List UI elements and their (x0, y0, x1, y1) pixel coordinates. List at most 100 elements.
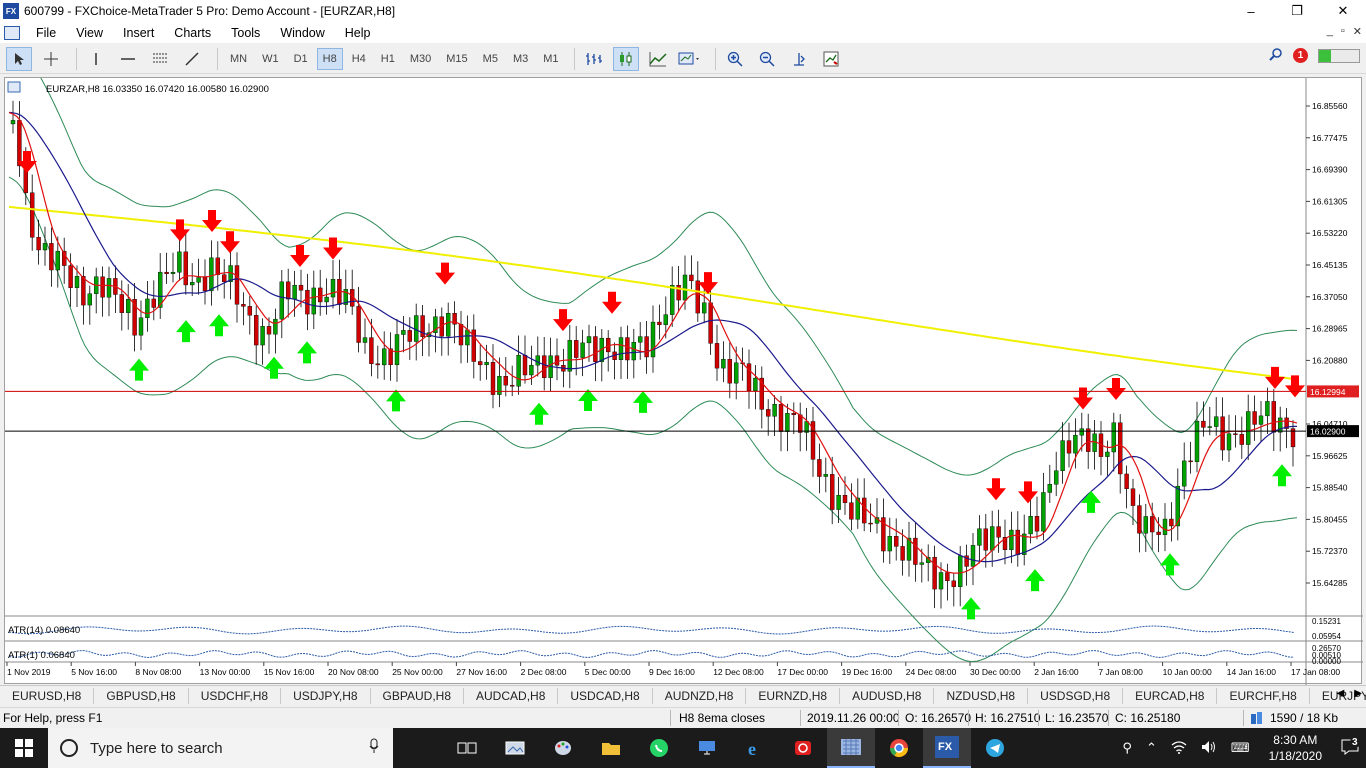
menu-tools[interactable]: Tools (221, 26, 270, 40)
tab-scroll-left-icon[interactable]: ◀ (1337, 688, 1345, 699)
fibonacci-tool-icon[interactable] (147, 47, 173, 71)
status-close: C: 16.25180 (1115, 711, 1181, 725)
people-icon[interactable]: ⚲ (1122, 740, 1132, 756)
file-explorer-icon[interactable] (587, 728, 635, 768)
alert-count-badge[interactable]: 1 (1293, 48, 1308, 63)
candle-body (1009, 529, 1014, 550)
tab-gbpusd[interactable]: GBPUSD,H8 (94, 687, 189, 704)
time-label: 13 Nov 00:00 (200, 667, 251, 677)
menu-window[interactable]: Window (270, 26, 334, 40)
whatsapp-icon[interactable] (635, 728, 683, 768)
taskbar-search-box[interactable]: Type here to search (48, 728, 393, 768)
candle-body (567, 340, 572, 372)
timeframe-mn[interactable]: MN (224, 48, 253, 70)
chart-templates-icon[interactable] (677, 47, 703, 71)
crosshair-tool-icon[interactable] (38, 47, 64, 71)
media-app-icon[interactable] (779, 728, 827, 768)
candle-body (42, 243, 48, 251)
keyboard-layout-icon[interactable]: ⌨ (1231, 740, 1250, 756)
timeframe-h8[interactable]: H8 (316, 47, 343, 70)
candle-body (446, 313, 451, 337)
chrome-icon[interactable] (875, 728, 923, 768)
time-label: 15 Nov 16:00 (264, 667, 315, 677)
timeframe-m1[interactable]: M1 (537, 48, 564, 70)
notifications-icon[interactable]: 3 (1341, 736, 1360, 758)
telegram-icon[interactable] (971, 728, 1019, 768)
timeframe-m30[interactable]: M30 (404, 48, 437, 70)
taskbar-clock[interactable]: 8:30 AM 1/18/2020 (1269, 732, 1322, 764)
candle-body (394, 334, 400, 366)
candle-body (311, 287, 316, 315)
candle-body (81, 276, 86, 306)
child-close-button[interactable]: ✕ (1353, 25, 1362, 38)
price-chart[interactable]: 16.1299416.02900 16.8556016.7747516.6939… (5, 78, 1363, 685)
notification-count: 3 (1350, 736, 1360, 748)
autoscroll-icon[interactable] (818, 47, 844, 71)
price-label: 16.61305 (1312, 196, 1348, 206)
trendline-tool-icon[interactable] (179, 47, 205, 71)
timeframe-w1[interactable]: W1 (256, 48, 285, 70)
tab-scroll-right-icon[interactable]: ▶ (1354, 688, 1362, 699)
paint-app-icon[interactable] (539, 728, 587, 768)
close-button[interactable]: ✕ (1320, 0, 1366, 22)
volume-icon[interactable] (1201, 740, 1217, 757)
price-label: 16.77475 (1312, 133, 1348, 143)
bar-chart-icon[interactable] (581, 47, 607, 71)
candle-body (689, 274, 694, 282)
timeframe-m15[interactable]: M15 (440, 48, 473, 70)
photos-app-icon[interactable] (491, 728, 539, 768)
candle-body (836, 495, 841, 510)
candle-body (324, 296, 329, 303)
menu-charts[interactable]: Charts (164, 26, 221, 40)
minimize-button[interactable]: – (1228, 0, 1274, 22)
horizontal-line-tool-icon[interactable] (115, 47, 141, 71)
child-restore-button[interactable]: ▫ (1341, 25, 1345, 38)
cursor-tool-icon[interactable] (6, 46, 32, 71)
menu-file[interactable]: File (26, 26, 66, 40)
line-chart-icon[interactable] (645, 47, 671, 71)
tab-nzdusd[interactable]: NZDUSD,H8 (934, 687, 1029, 704)
tab-audusd[interactable]: AUDUSD,H8 (840, 687, 935, 704)
tab-eurusd[interactable]: EURUSD,H8 (0, 687, 95, 704)
timeframe-m5[interactable]: M5 (477, 48, 504, 70)
internet-explorer-icon[interactable]: e (731, 728, 779, 768)
child-minimize-button[interactable]: _ (1327, 25, 1333, 38)
maximize-button[interactable]: ❐ (1274, 0, 1320, 22)
menu-view[interactable]: View (66, 26, 113, 40)
chart-window[interactable]: 16.12994 16.02900 16.85560 16.77475 16.6939… (4, 77, 1363, 685)
tab-audnzd[interactable]: AUDNZD,H8 (653, 687, 747, 704)
vertical-line-tool-icon[interactable] (83, 47, 109, 71)
tab-usdcad[interactable]: USDCAD,H8 (558, 687, 653, 704)
timeframe-d1[interactable]: D1 (288, 48, 314, 70)
time-label: 12 Dec 08:00 (713, 667, 764, 677)
metatrader-app-icon[interactable] (827, 728, 875, 768)
tab-usdjpy[interactable]: USDJPY,H8 (281, 687, 371, 704)
remote-desktop-icon[interactable] (683, 728, 731, 768)
menu-insert[interactable]: Insert (113, 26, 164, 40)
timeframe-h4[interactable]: H4 (346, 48, 372, 70)
tray-overflow-icon[interactable]: ⌃ (1146, 740, 1157, 756)
tab-usdsgd[interactable]: USDSGD,H8 (1028, 687, 1124, 704)
chart-window-icon[interactable] (4, 25, 20, 40)
fxchoice-app-icon[interactable]: FX (923, 728, 971, 768)
tab-eurchf[interactable]: EURCHF,H8 (1217, 687, 1310, 704)
search-icon[interactable] (1269, 47, 1283, 64)
start-button[interactable] (0, 728, 48, 768)
wifi-icon[interactable] (1171, 740, 1187, 757)
task-view-icon[interactable] (443, 728, 491, 768)
price-label: 16.04710 (1312, 419, 1348, 429)
tab-usdchf[interactable]: USDCHF,H8 (189, 687, 282, 704)
tab-eurcad[interactable]: EURCAD,H8 (1123, 687, 1218, 704)
tab-gbpaud[interactable]: GBPAUD,H8 (371, 687, 465, 704)
timeframe-h1[interactable]: H1 (375, 48, 401, 70)
timeframe-m3[interactable]: M3 (507, 48, 534, 70)
candle-body (1028, 516, 1033, 535)
microphone-icon[interactable] (369, 738, 379, 758)
tab-audcad[interactable]: AUDCAD,H8 (464, 687, 559, 704)
chart-shift-icon[interactable] (786, 47, 812, 71)
tab-eurnzd[interactable]: EURNZD,H8 (746, 687, 841, 704)
zoom-out-icon[interactable] (754, 47, 780, 71)
menu-help[interactable]: Help (335, 26, 381, 40)
candlestick-chart-icon[interactable] (612, 46, 639, 71)
zoom-in-icon[interactable] (722, 47, 748, 71)
